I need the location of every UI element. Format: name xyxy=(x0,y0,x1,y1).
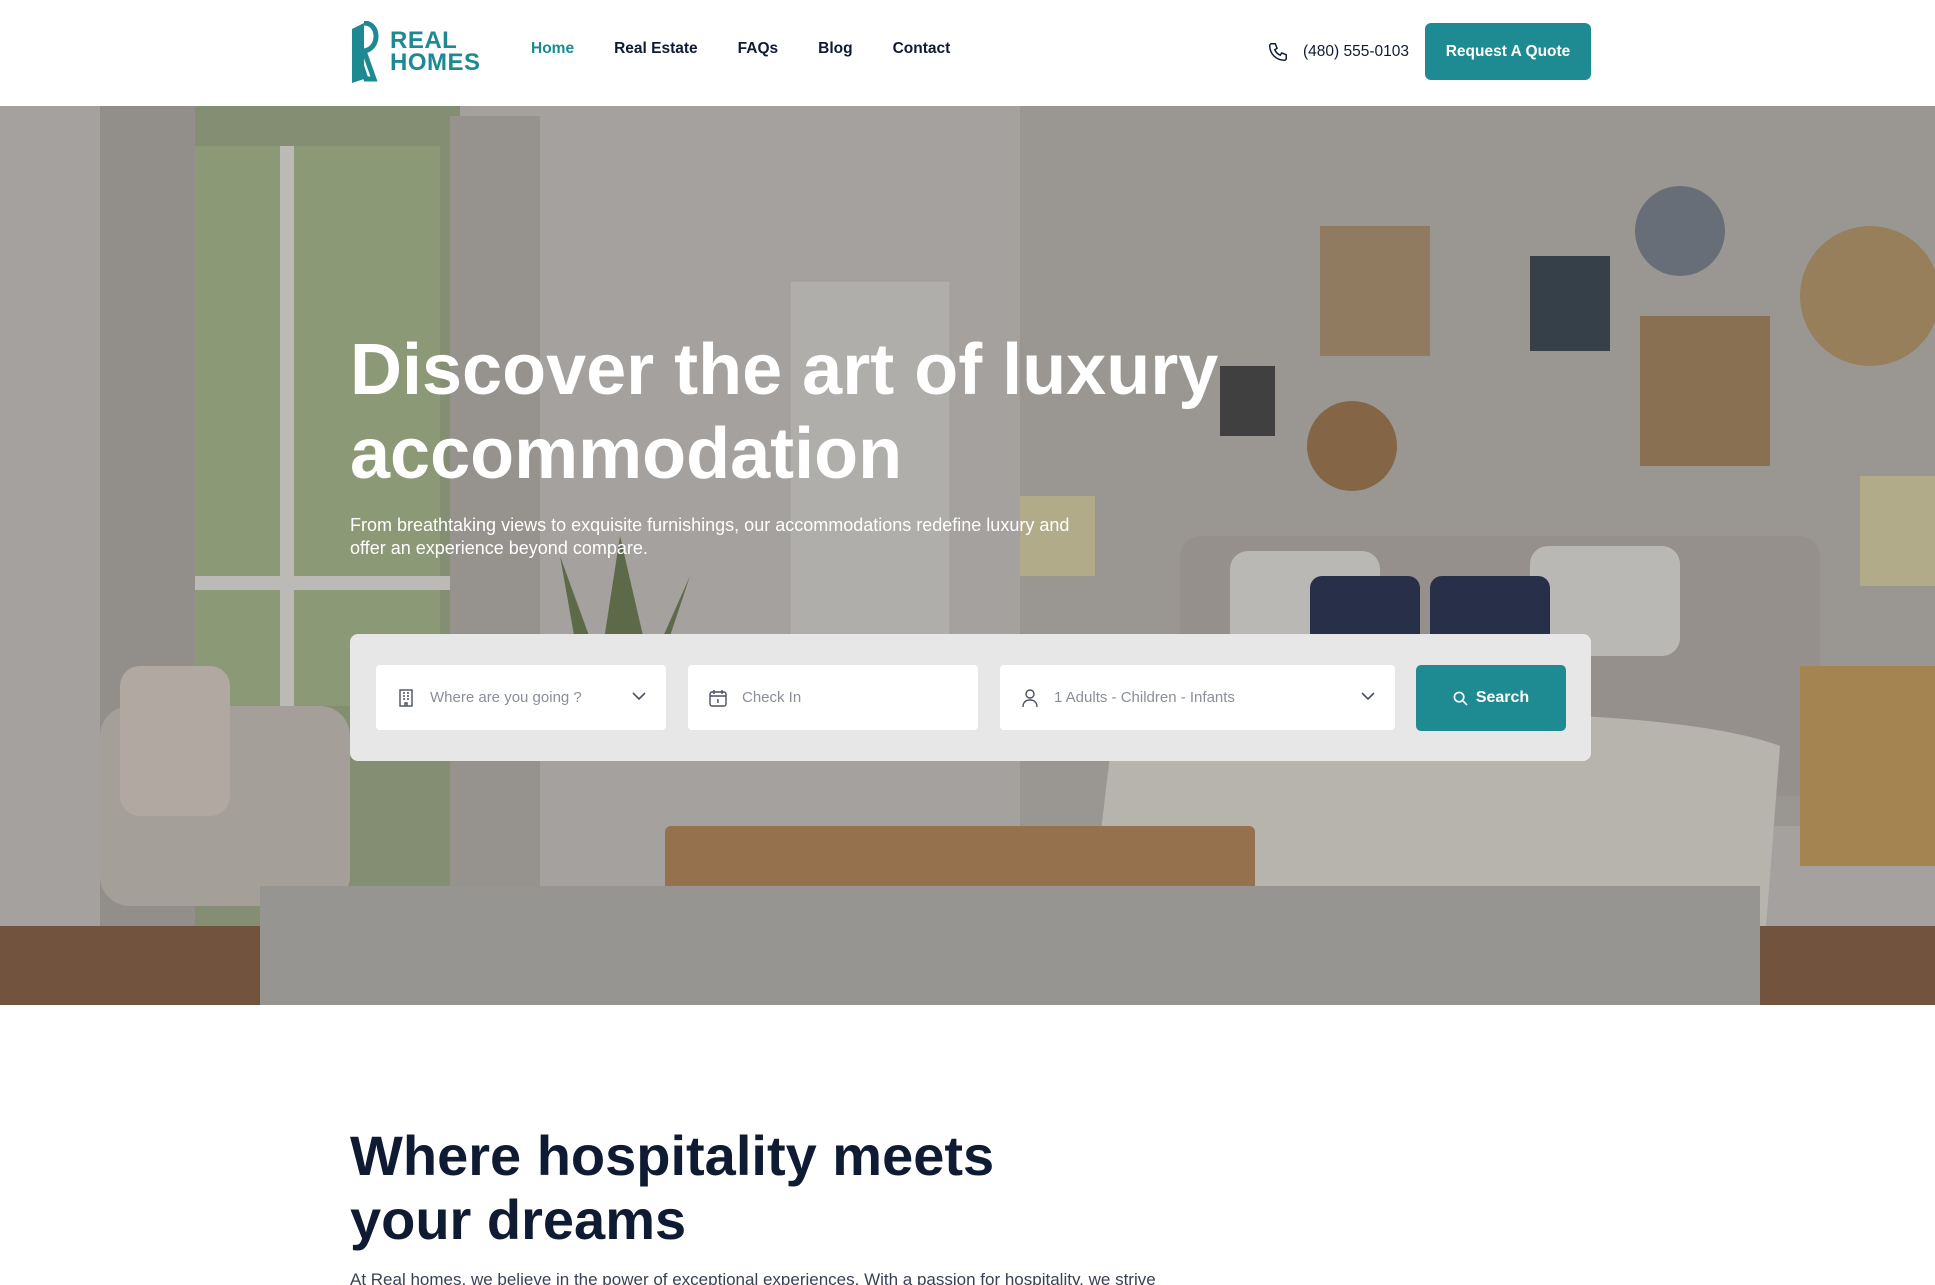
site-header: REAL HOMES Home Real Estate FAQs Blog Co… xyxy=(0,0,1935,106)
hero-title: Discover the art of luxury accommodation xyxy=(350,330,1219,494)
nav-faqs[interactable]: FAQs xyxy=(738,40,778,58)
logo-mark-icon xyxy=(352,21,379,83)
nav-home[interactable]: Home xyxy=(531,40,574,58)
search-button-label: Search xyxy=(1475,689,1530,706)
about-title: Where hospitality meets your dreams xyxy=(350,1124,995,1251)
request-quote-button[interactable]: Request A Quote xyxy=(1425,23,1591,80)
chevron-down-icon xyxy=(1361,692,1375,701)
search-icon xyxy=(1453,691,1468,706)
main-nav: Home Real Estate FAQs Blog Contact xyxy=(531,40,950,58)
hero-section: Discover the art of luxury accommodation… xyxy=(0,106,1935,1005)
hero-subtitle: From breathtaking views to exquisite fur… xyxy=(350,515,1070,558)
nav-blog[interactable]: Blog xyxy=(818,40,852,58)
check-in-placeholder: Check In xyxy=(742,689,802,706)
check-in-field[interactable]: Check In xyxy=(688,665,978,730)
calendar-icon xyxy=(709,689,727,707)
brand-line-2: HOMES xyxy=(390,49,481,76)
guests-placeholder: 1 Adults - Children - Infants xyxy=(1054,689,1235,706)
phone-number: (480) 555-0103 xyxy=(1303,43,1409,60)
guests-select[interactable]: 1 Adults - Children - Infants xyxy=(1000,665,1395,730)
brand-logo[interactable]: REAL HOMES xyxy=(350,20,481,84)
phone-icon xyxy=(1269,43,1287,61)
phone-contact[interactable]: (480) 555-0103 xyxy=(1267,41,1409,63)
nav-real-estate[interactable]: Real Estate xyxy=(614,40,698,58)
brand-name: REAL HOMES xyxy=(390,29,481,76)
nav-contact[interactable]: Contact xyxy=(893,40,951,58)
search-button[interactable]: Search xyxy=(1416,665,1566,731)
booking-search-panel: Where are you going ? Check In 1 Adults … xyxy=(350,634,1591,761)
destination-placeholder: Where are you going ? xyxy=(430,689,582,706)
building-icon xyxy=(399,688,413,707)
chevron-down-icon xyxy=(632,692,646,701)
about-text: At Real homes, we believe in the power o… xyxy=(350,1270,1156,1285)
destination-select[interactable]: Where are you going ? xyxy=(376,665,666,730)
user-icon xyxy=(1022,688,1038,707)
